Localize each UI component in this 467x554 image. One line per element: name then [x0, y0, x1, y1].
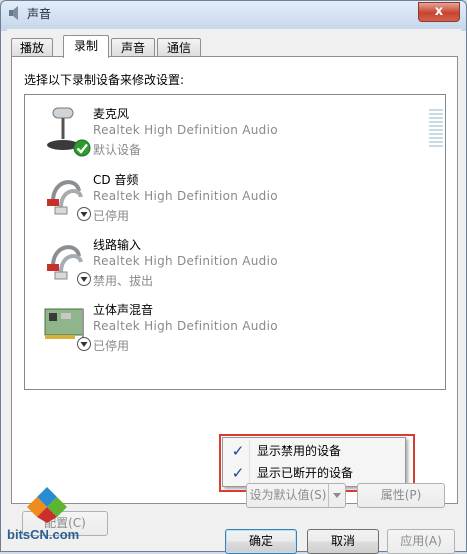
menu-item-show-disconnected[interactable]: ✓ 显示已断开的设备 — [225, 462, 403, 484]
checkmark-icon: ✓ — [231, 464, 245, 482]
recording-panel: 选择以下录制设备来修改设置: 麦克风 Realtek High Definiti… — [11, 56, 458, 536]
device-status: 默认设备 — [93, 143, 142, 157]
speaker-icon — [9, 6, 18, 20]
disabled-arrow-icon — [77, 272, 91, 286]
sound-dialog-window: 声音 x 播放 录制 声音 通信 选择以下录制设备来修改设置: 麦克风 Real… — [0, 0, 467, 554]
chevron-down-icon[interactable] — [328, 484, 345, 507]
device-list[interactable]: 麦克风 Realtek High Definition Audio 默认设备 C… — [24, 94, 446, 492]
bitscn-watermark-logo: bitsCN.com — [3, 485, 99, 551]
device-name: 立体声混音 — [93, 303, 154, 317]
tab-sounds[interactable]: 声音 — [111, 38, 155, 57]
tab-recording[interactable]: 录制 — [63, 35, 109, 58]
menu-item-label: 显示禁用的设备 — [257, 444, 342, 458]
device-item-stereo-mix[interactable]: 立体声混音 Realtek High Definition Audio 已停用 — [25, 297, 425, 359]
diamond-logo-icon — [27, 487, 67, 523]
title-bar[interactable]: 声音 x — [1, 1, 466, 25]
device-name: 麦克风 — [93, 107, 130, 121]
set-default-button[interactable]: 设为默认值(S) — [246, 483, 346, 508]
menu-item-label: 显示已断开的设备 — [257, 466, 354, 480]
device-status: 禁用、拔出 — [93, 274, 154, 288]
checkmark-icon: ✓ — [231, 442, 245, 460]
device-driver: Realtek High Definition Audio — [93, 123, 278, 137]
device-name: 线路输入 — [93, 238, 142, 252]
window-title: 声音 — [27, 7, 52, 21]
tab-playback[interactable]: 播放 — [11, 38, 53, 57]
dialog-client-area: 播放 录制 声音 通信 选择以下录制设备来修改设置: 麦克风 Realtek H… — [7, 29, 461, 554]
properties-button[interactable]: 属性(P) — [357, 483, 445, 508]
device-driver: Realtek High Definition Audio — [93, 319, 278, 333]
disabled-arrow-icon — [77, 337, 91, 351]
menu-item-show-disabled[interactable]: ✓ 显示禁用的设备 — [225, 440, 403, 462]
device-driver: Realtek High Definition Audio — [93, 254, 278, 268]
close-button[interactable]: x — [418, 2, 460, 22]
device-driver: Realtek High Definition Audio — [93, 189, 278, 203]
device-item-cd-audio[interactable]: CD 音频 Realtek High Definition Audio 已停用 — [25, 167, 425, 229]
context-menu: ✓ 显示禁用的设备 ✓ 显示已断开的设备 — [222, 437, 406, 487]
cancel-button[interactable]: 取消 — [307, 529, 379, 554]
device-status: 已停用 — [93, 209, 130, 223]
device-item-line-in[interactable]: 线路输入 Realtek High Definition Audio 禁用、拔出 — [25, 232, 425, 294]
tab-communications[interactable]: 通信 — [157, 38, 201, 57]
watermark-text: bitsCN.com — [7, 527, 80, 542]
device-status: 已停用 — [93, 339, 130, 353]
disabled-arrow-icon — [77, 207, 91, 221]
set-default-label: 设为默认值(S) — [249, 488, 327, 502]
ok-button[interactable]: 确定 — [225, 529, 297, 554]
instruction-text: 选择以下录制设备来修改设置: — [24, 73, 185, 87]
default-check-icon — [73, 139, 91, 157]
device-name: CD 音频 — [93, 173, 139, 187]
microphone-level-meter — [429, 109, 443, 149]
device-item-microphone[interactable]: 麦克风 Realtek High Definition Audio 默认设备 — [25, 101, 425, 163]
apply-button[interactable]: 应用(A) — [387, 529, 455, 554]
